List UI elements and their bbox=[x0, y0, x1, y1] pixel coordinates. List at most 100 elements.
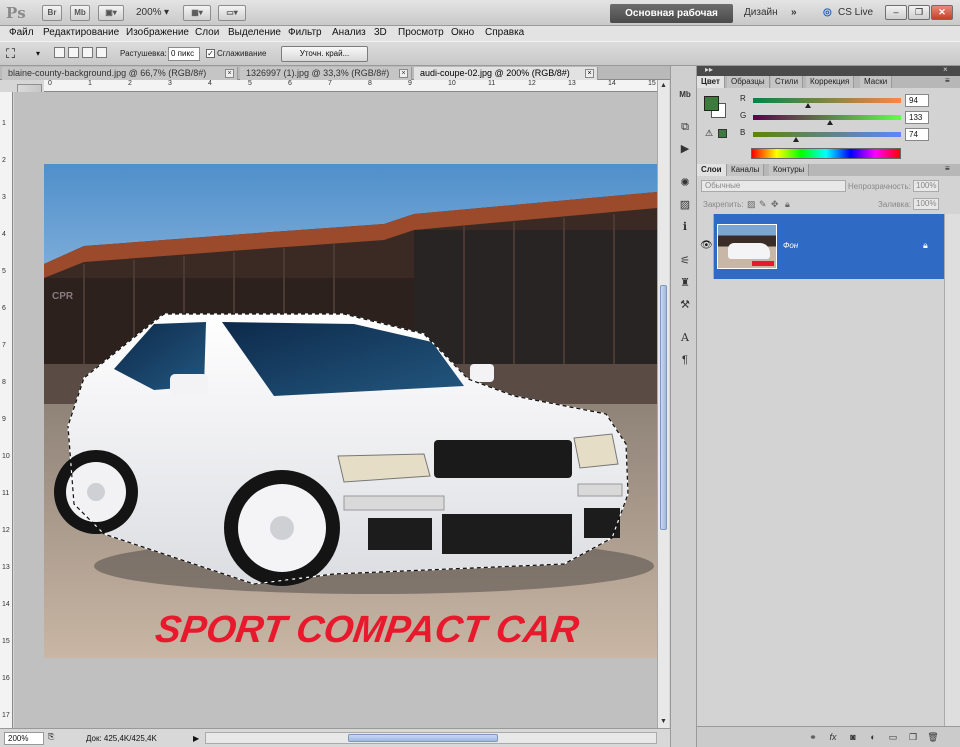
tab-paths[interactable]: Контуры bbox=[769, 164, 810, 176]
layers-panel-menu-icon[interactable]: ≡ bbox=[945, 164, 950, 173]
mini-bridge-panel-icon[interactable]: Mb bbox=[677, 88, 693, 102]
tab-layers[interactable]: Слои bbox=[697, 164, 727, 176]
close-button[interactable]: ✕ bbox=[931, 5, 953, 20]
minimize-button[interactable]: – bbox=[885, 5, 907, 20]
green-value-field[interactable]: 133 bbox=[905, 111, 929, 124]
tab-masks[interactable]: Маски bbox=[860, 76, 893, 88]
out-of-gamut-warning-icon[interactable]: ⚠ bbox=[705, 128, 713, 139]
adjustment-layer-icon[interactable]: ◐ bbox=[867, 731, 879, 743]
refine-edge-button[interactable]: Уточн. край... bbox=[281, 46, 368, 62]
view-extras-button[interactable]: ▣▾ bbox=[98, 5, 124, 21]
blue-slider-knob[interactable] bbox=[792, 137, 799, 142]
scroll-down-icon[interactable]: ▼ bbox=[658, 716, 669, 727]
menu-edit[interactable]: Редактирование bbox=[43, 27, 119, 38]
menu-view[interactable]: Просмотр bbox=[398, 27, 444, 38]
feather-input[interactable]: 0 пикс bbox=[168, 47, 200, 61]
red-value-field[interactable]: 94 bbox=[905, 94, 929, 107]
antialias-checkbox[interactable]: ✓ bbox=[206, 49, 215, 58]
tab-blaine-county-background[interactable]: blaine-county-background.jpg @ 66,7% (RG… bbox=[2, 67, 238, 80]
tab-1326997[interactable]: 1326997 (1).jpg @ 33,3% (RGB/8#) × bbox=[240, 67, 412, 80]
status-menu-arrow-icon[interactable]: ▶ bbox=[193, 734, 199, 743]
character-panel-icon[interactable]: A bbox=[677, 331, 693, 345]
horizontal-scroll-thumb[interactable] bbox=[348, 734, 498, 742]
close-icon[interactable]: × bbox=[399, 69, 408, 78]
lock-pixels-icon[interactable]: ✎ bbox=[759, 199, 767, 210]
navigator-panel-icon[interactable]: ✺ bbox=[677, 176, 693, 190]
mini-bridge-button[interactable]: Mb bbox=[70, 5, 90, 21]
panel-close-icon[interactable]: × bbox=[943, 65, 948, 74]
restore-button[interactable]: ❐ bbox=[908, 5, 930, 20]
panel-menu-icon[interactable]: ≡ bbox=[945, 76, 950, 85]
layer-row-background[interactable]: Фон 🔒︎ bbox=[714, 214, 944, 279]
clone-source-panel-icon[interactable]: ♜ bbox=[677, 276, 693, 290]
horizontal-scrollbar[interactable] bbox=[205, 732, 657, 744]
layers-scrollbar[interactable] bbox=[944, 214, 960, 726]
intersect-selection-icon[interactable] bbox=[96, 47, 107, 58]
tab-styles[interactable]: Стили bbox=[771, 76, 804, 88]
gamut-color-swatch[interactable] bbox=[718, 129, 727, 138]
add-mask-icon[interactable]: ◙ bbox=[847, 731, 859, 743]
menu-window[interactable]: Окно bbox=[451, 27, 474, 38]
layer-visibility-cell[interactable]: 👁︎ bbox=[697, 214, 714, 279]
scroll-up-icon[interactable]: ▲ bbox=[658, 80, 669, 91]
link-layers-icon[interactable]: ⚭ bbox=[807, 731, 819, 743]
lock-position-icon[interactable]: ✥ bbox=[771, 199, 779, 210]
fill-field[interactable]: 100% bbox=[913, 198, 939, 210]
arrange-documents-button[interactable]: ▦▾ bbox=[183, 5, 211, 21]
layer-name[interactable]: Фон bbox=[783, 241, 798, 250]
screen-mode-button[interactable]: ▭▾ bbox=[218, 5, 246, 21]
canvas-area[interactable]: CPR SPORT COMPACT CAR bbox=[14, 92, 657, 728]
design-workspace-link[interactable]: Дизайн bbox=[744, 7, 778, 18]
new-selection-icon[interactable] bbox=[54, 47, 65, 58]
vertical-scroll-thumb[interactable] bbox=[660, 285, 667, 530]
preset-dropdown-icon[interactable]: ▾ bbox=[36, 49, 40, 58]
polygonal-lasso-preset-icon[interactable]: ⛶ bbox=[6, 46, 15, 62]
tab-audi-coupe-02[interactable]: audi-coupe-02.jpg @ 200% (RGB/8#) × bbox=[414, 67, 598, 80]
bridge-button[interactable]: Br bbox=[42, 5, 62, 21]
menu-file[interactable]: Файл bbox=[9, 27, 34, 38]
subtract-selection-icon[interactable] bbox=[82, 47, 93, 58]
new-group-icon[interactable]: ▭ bbox=[887, 731, 899, 743]
blue-value-field[interactable]: 74 bbox=[905, 128, 929, 141]
zoom-dropdown-icon[interactable]: ▾ bbox=[164, 7, 169, 18]
opacity-field[interactable]: 100% bbox=[913, 180, 939, 192]
layer-style-icon[interactable]: fx bbox=[827, 731, 839, 743]
color-spectrum-ramp[interactable] bbox=[751, 148, 901, 159]
brush-presets-panel-icon[interactable]: ⚟ bbox=[677, 254, 693, 268]
tab-color[interactable]: Цвет bbox=[697, 76, 725, 88]
workspace-button[interactable]: Основная рабочая среда bbox=[610, 4, 733, 38]
menu-3d[interactable]: 3D bbox=[374, 27, 387, 38]
menu-analysis[interactable]: Анализ bbox=[332, 27, 366, 38]
eye-icon[interactable]: 👁︎ bbox=[700, 240, 713, 251]
tool-presets-panel-icon[interactable]: ⚒ bbox=[677, 298, 693, 312]
red-slider[interactable] bbox=[753, 98, 901, 103]
menu-help[interactable]: Справка bbox=[485, 27, 524, 38]
tab-channels[interactable]: Каналы bbox=[727, 164, 765, 176]
tab-adjustments[interactable]: Коррекция bbox=[806, 76, 855, 88]
red-slider-knob[interactable] bbox=[804, 103, 811, 108]
blue-slider[interactable] bbox=[753, 132, 901, 137]
cs-live-menu[interactable]: CS Live bbox=[838, 7, 873, 18]
info-panel-icon[interactable]: ℹ bbox=[677, 220, 693, 234]
history-panel-icon[interactable]: ⧉ bbox=[677, 120, 693, 134]
lock-all-icon[interactable]: 🔒︎ bbox=[785, 199, 790, 210]
blend-mode-select[interactable]: Обычные bbox=[701, 180, 846, 192]
vertical-scrollbar[interactable]: ▲ ▼ bbox=[657, 80, 669, 728]
close-icon[interactable]: × bbox=[585, 69, 594, 78]
menu-image[interactable]: Изображение bbox=[126, 27, 189, 38]
collapse-panels-icon[interactable]: ▸▸ bbox=[705, 65, 713, 74]
status-info-icon[interactable]: ⎘ bbox=[48, 732, 58, 744]
lock-transparency-icon[interactable]: ▨ bbox=[747, 199, 756, 210]
add-to-selection-icon[interactable] bbox=[68, 47, 79, 58]
color-panel-foreground-swatch[interactable] bbox=[704, 96, 719, 111]
close-icon[interactable]: × bbox=[225, 69, 234, 78]
menu-select[interactable]: Выделение bbox=[228, 27, 281, 38]
menu-layers[interactable]: Слои bbox=[195, 27, 219, 38]
delete-layer-icon[interactable]: 🗑︎ bbox=[927, 731, 939, 743]
status-zoom-field[interactable]: 200% bbox=[4, 732, 44, 745]
histogram-panel-icon[interactable]: ▨ bbox=[677, 198, 693, 212]
actions-panel-icon[interactable]: ▶ bbox=[677, 142, 693, 156]
paragraph-panel-icon[interactable]: ¶ bbox=[677, 353, 693, 367]
document-canvas[interactable]: CPR SPORT COMPACT CAR bbox=[44, 164, 657, 658]
new-layer-icon[interactable]: ❐ bbox=[907, 731, 919, 743]
